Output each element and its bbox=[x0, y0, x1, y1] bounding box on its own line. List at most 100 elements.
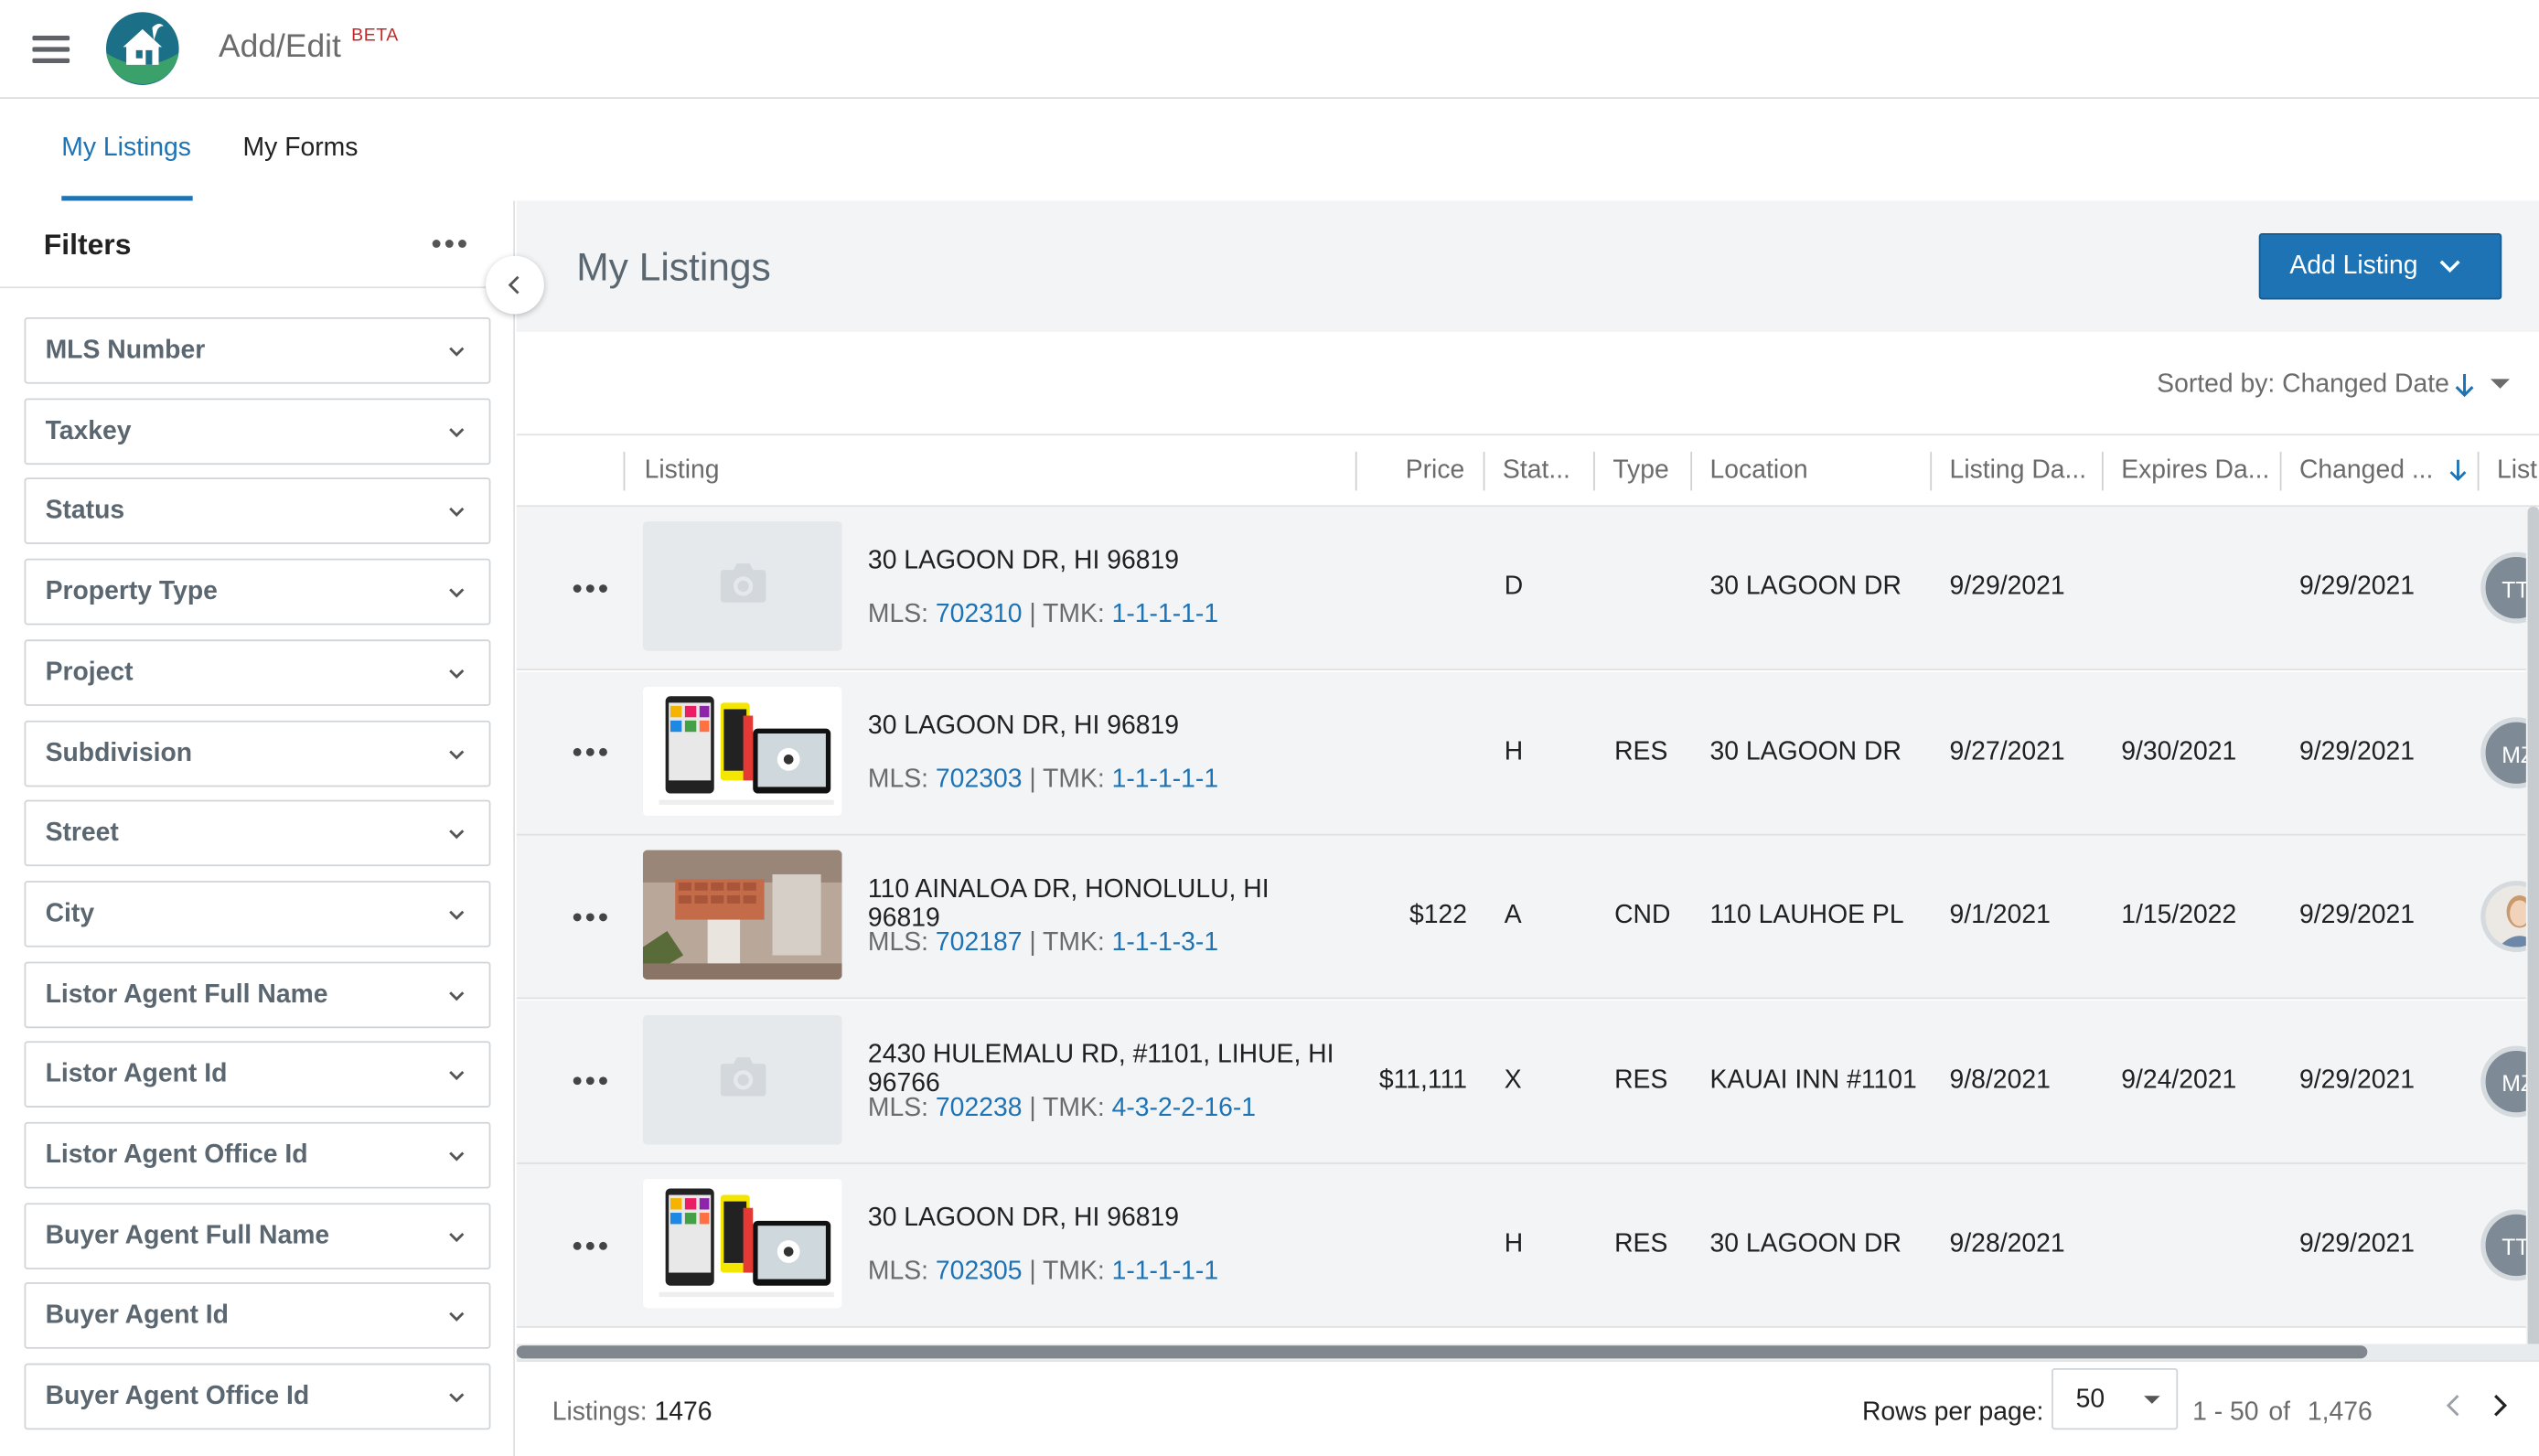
table-row[interactable]: 30 LAGOON DR, HI 96819 MLS: 702305 | TMK:… bbox=[516, 1163, 2539, 1328]
collapse-sidebar-button[interactable] bbox=[486, 255, 544, 315]
column-header-listing[interactable]: Listing bbox=[645, 456, 720, 486]
caret-down-icon[interactable] bbox=[2490, 379, 2511, 390]
table-row[interactable]: 2430 HULEMALU RD, #1101, LIHUE, HI 96766… bbox=[516, 1000, 2539, 1164]
location-cell: 30 LAGOON DR bbox=[1709, 573, 1902, 601]
beta-badge: BETA bbox=[351, 26, 399, 46]
filter-label: Subdivision bbox=[45, 739, 193, 767]
filter-dropdown[interactable]: Project bbox=[24, 638, 491, 706]
filter-dropdown[interactable]: City bbox=[24, 880, 491, 947]
hamburger-menu-icon[interactable] bbox=[32, 35, 70, 63]
column-header-location[interactable]: Location bbox=[1710, 456, 1808, 486]
sort-label[interactable]: Sorted by: Changed Date bbox=[2157, 370, 2449, 400]
type-cell: RES bbox=[1614, 737, 1668, 765]
table-row[interactable]: 110 AINALOA DR, HONOLULU, HI 96819 MLS: 7… bbox=[516, 835, 2539, 1000]
tab-my-listings[interactable]: My Listings bbox=[61, 134, 191, 164]
tmk-link[interactable]: 4-3-2-2-16-1 bbox=[1112, 1094, 1256, 1121]
filter-dropdown[interactable]: Taxkey bbox=[24, 397, 491, 465]
filter-dropdown[interactable]: Buyer Agent Office Id bbox=[24, 1363, 491, 1430]
add-listing-button[interactable]: Add Listing bbox=[2258, 232, 2502, 300]
filter-dropdown[interactable]: MLS Number bbox=[24, 316, 491, 384]
location-cell: 30 LAGOON DR bbox=[1709, 737, 1902, 765]
arrow-down-icon[interactable] bbox=[2453, 372, 2476, 398]
chevron-down-icon bbox=[449, 1071, 465, 1081]
filters-more-icon[interactable] bbox=[426, 230, 472, 255]
filter-dropdown[interactable]: Buyer Agent Id bbox=[24, 1282, 491, 1350]
listing-thumbnail[interactable] bbox=[642, 1014, 842, 1144]
vertical-scrollbar[interactable] bbox=[2527, 507, 2539, 1349]
house-globe-logo[interactable] bbox=[105, 11, 179, 85]
tmk-link[interactable]: 1-1-1-1-1 bbox=[1112, 765, 1219, 793]
column-separator bbox=[1483, 451, 1485, 491]
column-header-changed[interactable]: Changed ... bbox=[2299, 456, 2433, 486]
listing-ids: MLS: 702303 | TMK: 1-1-1-1-1 bbox=[868, 765, 1218, 795]
filter-dropdown[interactable]: Buyer Agent Full Name bbox=[24, 1202, 491, 1269]
listing-thumbnail[interactable] bbox=[642, 1178, 842, 1309]
listing-photo bbox=[642, 685, 842, 816]
listing-address: 110 AINALOA DR, HONOLULU, HI 96819 bbox=[867, 875, 1270, 933]
tmk-prefix: | TMK: bbox=[1022, 929, 1112, 958]
listing-thumbnail[interactable] bbox=[642, 850, 842, 980]
expires-date-cell: 9/24/2021 bbox=[2121, 1065, 2237, 1094]
column-header-expires-date[interactable]: Expires Da... bbox=[2121, 456, 2269, 486]
mls-number-link[interactable]: 702187 bbox=[936, 929, 1023, 957]
table-row[interactable]: 30 LAGOON DR, HI 96819 MLS: 702303 | TMK:… bbox=[516, 670, 2539, 835]
tmk-prefix: | TMK: bbox=[1022, 600, 1112, 628]
filter-dropdown[interactable]: Listor Agent Full Name bbox=[24, 960, 491, 1028]
mls-prefix: MLS: bbox=[867, 765, 936, 793]
filter-dropdown[interactable]: Listor Agent Id bbox=[24, 1041, 491, 1108]
rows-per-page-select[interactable]: 50 bbox=[2052, 1367, 2179, 1430]
tmk-link[interactable]: 1-1-1-1-1 bbox=[1112, 1258, 1219, 1286]
column-header-status[interactable]: Stat... bbox=[1503, 456, 1570, 486]
changed-date-cell: 9/29/2021 bbox=[2298, 737, 2415, 765]
filter-label: Buyer Agent Id bbox=[45, 1302, 229, 1331]
filter-dropdown[interactable]: Listor Agent Office Id bbox=[24, 1121, 491, 1189]
column-header-listing-date[interactable]: Listing Da... bbox=[1950, 456, 2087, 486]
chevron-down-icon bbox=[449, 749, 465, 759]
type-cell: RES bbox=[1614, 1065, 1668, 1094]
filter-label: Property Type bbox=[45, 578, 218, 606]
listing-thumbnail[interactable] bbox=[642, 685, 842, 816]
tmk-link[interactable]: 1-1-1-3-1 bbox=[1112, 929, 1219, 957]
table-row[interactable]: 30 LAGOON DR, HI 96819 MLS: 702310 | TMK:… bbox=[516, 507, 2539, 670]
next-page-icon[interactable] bbox=[2484, 1391, 2513, 1420]
chevron-down-icon bbox=[2439, 260, 2460, 273]
chevron-down-icon bbox=[449, 1232, 465, 1242]
row-actions-icon[interactable] bbox=[565, 574, 614, 600]
mls-number-link[interactable]: 702303 bbox=[936, 765, 1023, 793]
row-actions-icon[interactable] bbox=[565, 904, 614, 929]
row-actions-icon[interactable] bbox=[565, 1068, 614, 1094]
column-separator bbox=[1930, 451, 1933, 491]
tmk-prefix: | TMK: bbox=[1022, 1258, 1112, 1286]
listing-thumbnail[interactable] bbox=[642, 521, 842, 651]
chevron-down-icon bbox=[449, 1393, 465, 1403]
column-header-type[interactable]: Type bbox=[1612, 456, 1668, 486]
filter-dropdown[interactable]: Property Type bbox=[24, 558, 491, 626]
filter-label: Street bbox=[45, 819, 119, 848]
chevron-down-icon bbox=[449, 427, 465, 437]
filter-dropdown[interactable]: Street bbox=[24, 799, 491, 867]
listings-count-value: 1476 bbox=[654, 1398, 712, 1427]
column-separator bbox=[1355, 451, 1357, 491]
filter-dropdown[interactable]: Subdivision bbox=[24, 719, 491, 787]
chevron-left-icon bbox=[508, 275, 520, 294]
mls-number-link[interactable]: 702310 bbox=[936, 601, 1023, 628]
row-actions-icon[interactable] bbox=[565, 1232, 614, 1258]
location-cell: 110 LAUHOE PL bbox=[1709, 902, 1904, 930]
tmk-link[interactable]: 1-1-1-1-1 bbox=[1112, 601, 1219, 628]
tab-my-forms[interactable]: My Forms bbox=[243, 134, 359, 164]
listing-photo bbox=[642, 1178, 842, 1309]
row-actions-icon[interactable] bbox=[565, 739, 614, 765]
add-listing-label: Add Listing bbox=[2289, 252, 2418, 281]
filter-label: Buyer Agent Office Id bbox=[45, 1383, 310, 1411]
mls-number-link[interactable]: 702238 bbox=[936, 1094, 1023, 1121]
expires-date-cell: 1/15/2022 bbox=[2121, 902, 2237, 930]
sort-desc-icon[interactable] bbox=[2448, 458, 2468, 483]
filter-dropdown[interactable]: Status bbox=[24, 477, 491, 545]
mls-number-link[interactable]: 702305 bbox=[936, 1258, 1023, 1286]
chevron-down-icon bbox=[449, 830, 465, 840]
listing-ids: MLS: 702305 | TMK: 1-1-1-1-1 bbox=[868, 1258, 1218, 1288]
column-header-list-agent[interactable]: List bbox=[2497, 456, 2537, 486]
column-header-price[interactable]: Price bbox=[1406, 456, 1465, 486]
previous-page-icon[interactable] bbox=[2440, 1391, 2469, 1420]
horizontal-scrollbar[interactable] bbox=[516, 1345, 2368, 1359]
